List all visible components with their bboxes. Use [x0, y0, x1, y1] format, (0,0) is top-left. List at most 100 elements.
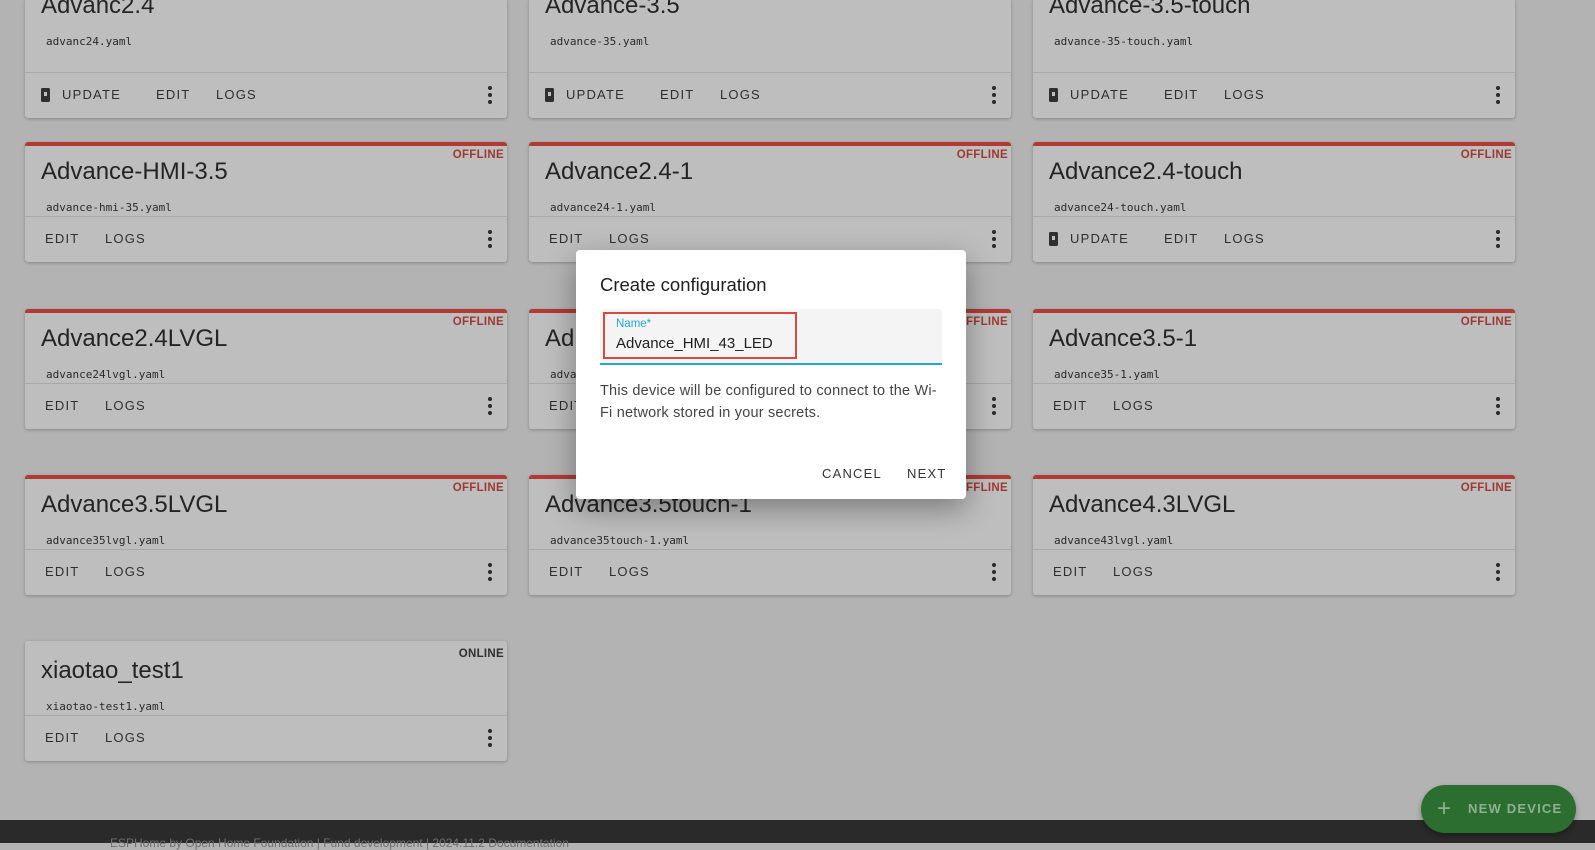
edit-button[interactable]: EDIT — [156, 87, 190, 102]
create-configuration-dialog: Create configuration Name* Advance_HMI_4… — [576, 250, 966, 499]
device-card: Advanc2.4 advanc24.yaml UPDATE EDIT LOGS — [25, 0, 507, 118]
edit-button[interactable]: EDIT — [1164, 87, 1198, 102]
device-config-file: advance24lvgl.yaml — [46, 368, 166, 381]
edit-button[interactable]: EDIT — [660, 87, 694, 102]
device-config-file: advanc24.yaml — [46, 35, 133, 48]
logs-button[interactable]: LOGS — [105, 564, 146, 579]
footer-text: ESPHome by Open Home Foundation | Fund d… — [110, 836, 569, 850]
device-config-file: advance43lvgl.yaml — [1054, 534, 1174, 547]
logs-button[interactable]: LOGS — [1224, 87, 1265, 102]
card-actions: EDIT LOGS — [1033, 549, 1515, 595]
edit-button[interactable]: EDIT — [549, 231, 583, 246]
card-actions: UPDATE EDIT LOGS — [25, 72, 507, 118]
device-config-file: advance35-1.yaml — [1054, 368, 1160, 381]
update-button[interactable]: UPDATE — [1070, 87, 1129, 102]
status-badge: OFFLINE — [1460, 316, 1512, 328]
edit-button[interactable]: EDIT — [1053, 564, 1087, 579]
logs-button[interactable]: LOGS — [720, 87, 761, 102]
cancel-button[interactable]: CANCEL — [822, 466, 882, 481]
card-actions: UPDATE EDIT LOGS — [1033, 72, 1515, 118]
device-config-file: advance35touch-1.yaml — [550, 534, 690, 547]
update-icon — [41, 88, 50, 102]
update-icon — [545, 88, 554, 102]
device-card: Advance3.5LVGL advance35lvgl.yaml OFFLINE E… — [25, 475, 507, 595]
update-button[interactable]: UPDATE — [566, 87, 625, 102]
more-vert-icon[interactable] — [488, 230, 492, 248]
dialog-description: This device will be configured to connec… — [600, 383, 937, 421]
device-name: Advance2.4LVGL — [41, 325, 228, 352]
more-vert-icon[interactable] — [1496, 86, 1500, 104]
logs-button[interactable]: LOGS — [609, 564, 650, 579]
card-actions: UPDATE EDIT LOGS — [1033, 216, 1515, 262]
update-icon — [1049, 232, 1058, 246]
logs-button[interactable]: LOGS — [105, 398, 146, 413]
device-card: Advance2.4-touch advance24-touch.yaml OFFL… — [1033, 142, 1515, 262]
plus-icon: + — [1437, 795, 1452, 822]
edit-button[interactable]: EDIT — [45, 398, 79, 413]
logs-button[interactable]: LOGS — [609, 231, 650, 246]
device-name: Advance2.4-touch — [1049, 158, 1243, 185]
more-vert-icon[interactable] — [488, 397, 492, 415]
device-card: Advance-3.5 advance-35.yaml UPDATE EDIT LOGS — [529, 0, 1011, 118]
name-field-label: Name* — [616, 318, 652, 330]
card-actions: EDIT LOGS — [529, 549, 1011, 595]
more-vert-icon[interactable] — [488, 563, 492, 581]
more-vert-icon[interactable] — [992, 86, 996, 104]
status-badge: OFFLINE — [452, 149, 504, 161]
edit-button[interactable]: EDIT — [1053, 398, 1087, 413]
device-config-file: advance-hmi-35.yaml — [46, 201, 172, 214]
logs-button[interactable]: LOGS — [1224, 231, 1265, 246]
card-actions: EDIT LOGS — [25, 715, 507, 761]
status-badge: OFFLINE — [452, 482, 504, 494]
update-button[interactable]: UPDATE — [62, 87, 121, 102]
status-badge: ONLINE — [458, 648, 504, 660]
device-name: Advance4.3LVGL — [1049, 491, 1236, 518]
status-badge: OFFLINE — [1460, 149, 1512, 161]
more-vert-icon[interactable] — [1496, 563, 1500, 581]
logs-button[interactable]: LOGS — [105, 730, 146, 745]
device-name: Advance-HMI-3.5 — [41, 158, 228, 185]
device-name: Advance3.5LVGL — [41, 491, 228, 518]
edit-button[interactable]: EDIT — [45, 564, 79, 579]
edit-button[interactable]: EDIT — [549, 564, 583, 579]
more-vert-icon[interactable] — [488, 729, 492, 747]
status-badge: OFFLINE — [452, 316, 504, 328]
device-card: Advance-3.5-touch advance-35-touch.yaml UP… — [1033, 0, 1515, 118]
more-vert-icon[interactable] — [1496, 230, 1500, 248]
name-input[interactable]: Advance_HMI_43_LED — [616, 335, 773, 352]
edit-button[interactable]: EDIT — [45, 231, 79, 246]
device-config-file: advance35lvgl.yaml — [46, 534, 166, 547]
logs-button[interactable]: LOGS — [216, 87, 257, 102]
device-card: Advance3.5-1 advance35-1.yaml OFFLINE EDIT L… — [1033, 309, 1515, 429]
more-vert-icon[interactable] — [992, 397, 996, 415]
device-config-file: advance24-touch.yaml — [1054, 201, 1187, 214]
edit-button[interactable]: EDIT — [45, 730, 79, 745]
card-actions: EDIT LOGS — [25, 549, 507, 595]
device-card: Advance2.4LVGL advance24lvgl.yaml OFFLINE E… — [25, 309, 507, 429]
device-name: Advanc2.4 — [41, 0, 155, 19]
device-name: Ad — [545, 325, 575, 352]
device-config-file: advance24-1.yaml — [550, 201, 656, 214]
device-card: xiaotao_test1 xiaotao-test1.yaml ONLINE EDI… — [25, 641, 507, 761]
new-device-button[interactable]: + NEW DEVICE — [1421, 785, 1576, 833]
logs-button[interactable]: LOGS — [1113, 564, 1154, 579]
logs-button[interactable]: LOGS — [105, 231, 146, 246]
update-button[interactable]: UPDATE — [1070, 231, 1129, 246]
device-name: Advance2.4-1 — [545, 158, 694, 185]
device-config-file: adva — [550, 368, 577, 381]
name-field[interactable]: Name* Advance_HMI_43_LED — [600, 309, 942, 365]
more-vert-icon[interactable] — [488, 86, 492, 104]
card-actions: EDIT LOGS — [25, 383, 507, 429]
next-button[interactable]: NEXT — [907, 466, 946, 481]
edit-button[interactable]: EDIT — [1164, 231, 1198, 246]
card-actions: EDIT LOGS — [25, 216, 507, 262]
more-vert-icon[interactable] — [992, 563, 996, 581]
device-name: xiaotao_test1 — [41, 657, 184, 684]
card-actions: UPDATE EDIT LOGS — [529, 72, 1011, 118]
device-config-file: advance-35-touch.yaml — [1054, 35, 1194, 48]
logs-button[interactable]: LOGS — [1113, 398, 1154, 413]
more-vert-icon[interactable] — [1496, 397, 1500, 415]
card-actions: EDIT LOGS — [1033, 383, 1515, 429]
more-vert-icon[interactable] — [992, 230, 996, 248]
dialog-title: Create configuration — [600, 274, 767, 295]
